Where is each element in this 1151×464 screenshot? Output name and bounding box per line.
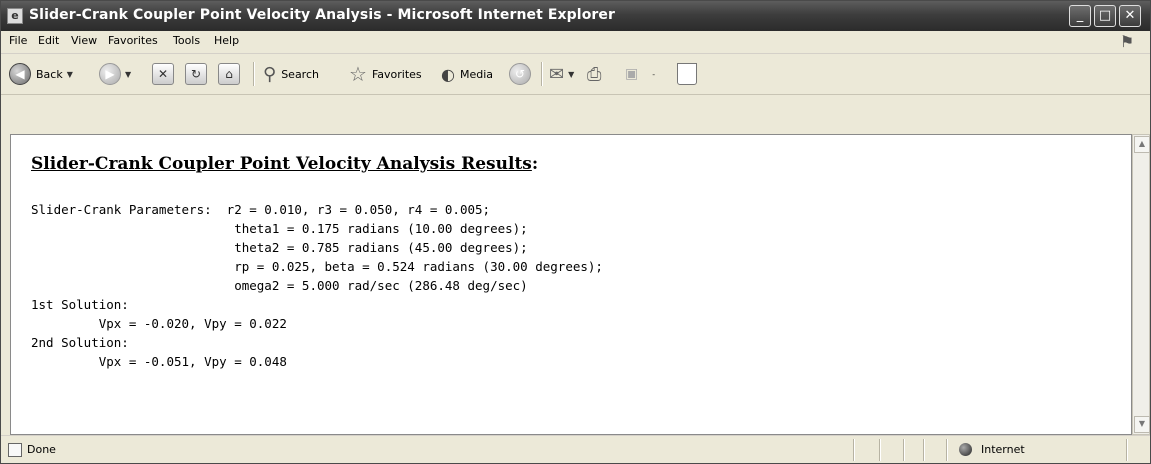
edit-dropdown-icon[interactable]: - [652, 70, 655, 79]
media-label: Media [459, 67, 494, 81]
solution-2-values: Vpx = -0.051, Vpy = 0.048 [31, 354, 287, 369]
refresh-icon: ↻ [185, 63, 207, 85]
toolbar: ◀ Back ▼ ▶ ▼ ✕ ↻ ⌂ ⚲ Search ☆ Favorites … [1, 54, 1150, 95]
print-button[interactable]: ⎙ [587, 60, 601, 88]
scroll-down-icon[interactable]: ▼ [1134, 416, 1150, 433]
back-label: Back [36, 67, 63, 81]
toolbar-separator [253, 62, 255, 86]
menu-file[interactable]: File [9, 34, 27, 47]
status-divider [1126, 439, 1128, 461]
edit-button[interactable]: ▣ - [625, 60, 655, 88]
solution-1-heading: 1st Solution: [31, 297, 129, 312]
media-button[interactable]: ◐ Media [441, 60, 493, 88]
page-icon [677, 63, 697, 85]
refresh-button[interactable]: ↻ [185, 60, 207, 88]
back-arrow-icon: ◀ [9, 63, 31, 85]
discuss-button[interactable] [677, 60, 697, 88]
favorites-button[interactable]: ☆ Favorites [349, 60, 422, 88]
page-heading-colon: : [531, 154, 539, 174]
back-dropdown-icon[interactable]: ▼ [67, 70, 73, 79]
forward-button[interactable]: ▶ ▼ [99, 60, 131, 88]
status-divider [923, 439, 925, 461]
stop-button[interactable]: ✕ [152, 60, 174, 88]
menu-favorites[interactable]: Favorites [108, 34, 158, 47]
back-button[interactable]: ◀ Back ▼ [9, 60, 73, 88]
page-heading-text: Slider-Crank Coupler Point Velocity Anal… [31, 154, 532, 174]
home-icon: ⌂ [218, 63, 240, 85]
print-icon: ⎙ [587, 63, 602, 85]
parameters-theta1: theta1 = 0.175 radians (10.00 degrees); [31, 221, 528, 236]
menu-tools[interactable]: Tools [173, 34, 200, 47]
solution-2-heading: 2nd Solution: [31, 335, 129, 350]
menu-bar: File Edit View Favorites Tools Help ⚑ [1, 31, 1150, 54]
parameters-rp-beta: rp = 0.025, beta = 0.524 radians (30.00 … [31, 259, 603, 274]
search-label: Search [281, 67, 319, 81]
favorites-star-icon: ☆ [349, 62, 367, 86]
media-icon: ◐ [441, 64, 455, 84]
mail-dropdown-icon[interactable]: ▼ [568, 70, 574, 79]
ie-page-icon: e [7, 8, 23, 24]
menu-help[interactable]: Help [214, 34, 239, 47]
mail-icon: ✉ [549, 63, 565, 85]
home-button[interactable]: ⌂ [218, 60, 240, 88]
status-divider [903, 439, 905, 461]
forward-dropdown-icon[interactable]: ▼ [125, 70, 131, 79]
page-done-icon [8, 443, 22, 457]
parameters-theta2: theta2 = 0.785 radians (45.00 degrees); [31, 240, 528, 255]
browser-window: e Slider-Crank Coupler Point Velocity An… [0, 0, 1151, 464]
security-zone-label: Internet [981, 443, 1025, 456]
title-bar[interactable]: e Slider-Crank Coupler Point Velocity An… [1, 1, 1150, 31]
page-content: Slider-Crank Coupler Point Velocity Anal… [10, 134, 1132, 435]
mail-button[interactable]: ✉ ▼ [549, 60, 574, 88]
status-bar: Done Internet [1, 435, 1150, 463]
parameters-line: Slider-Crank Parameters: r2 = 0.010, r3 … [31, 202, 491, 217]
close-button[interactable]: ✕ [1119, 5, 1141, 27]
window-title: Slider-Crank Coupler Point Velocity Anal… [29, 7, 616, 23]
windows-logo-icon: ⚑ [1114, 32, 1140, 52]
history-icon: ↺ [509, 63, 531, 85]
status-divider [853, 439, 855, 461]
maximize-button[interactable]: □ [1094, 5, 1116, 27]
parameters-omega2: omega2 = 5.000 rad/sec (286.48 deg/sec) [31, 278, 528, 293]
favorites-label: Favorites [371, 67, 422, 81]
scroll-up-icon[interactable]: ▲ [1134, 136, 1150, 153]
history-button[interactable]: ↺ [509, 60, 531, 88]
page-heading: Slider-Crank Coupler Point Velocity Anal… [31, 154, 538, 174]
minimize-button[interactable]: _ [1069, 5, 1091, 27]
forward-arrow-icon: ▶ [99, 63, 121, 85]
vertical-scrollbar[interactable]: ▲ ▼ [1132, 134, 1150, 435]
stop-icon: ✕ [152, 63, 174, 85]
internet-globe-icon [959, 443, 972, 456]
toolbar-separator [541, 62, 543, 86]
edit-icon: ▣ [625, 66, 639, 82]
status-text: Done [27, 443, 56, 456]
search-button[interactable]: ⚲ Search [263, 60, 319, 88]
menu-view[interactable]: View [71, 34, 97, 47]
solution-1-values: Vpx = -0.020, Vpy = 0.022 [31, 316, 287, 331]
search-icon: ⚲ [263, 63, 277, 85]
status-divider [879, 439, 881, 461]
status-divider [946, 439, 948, 461]
menu-edit[interactable]: Edit [38, 34, 59, 47]
